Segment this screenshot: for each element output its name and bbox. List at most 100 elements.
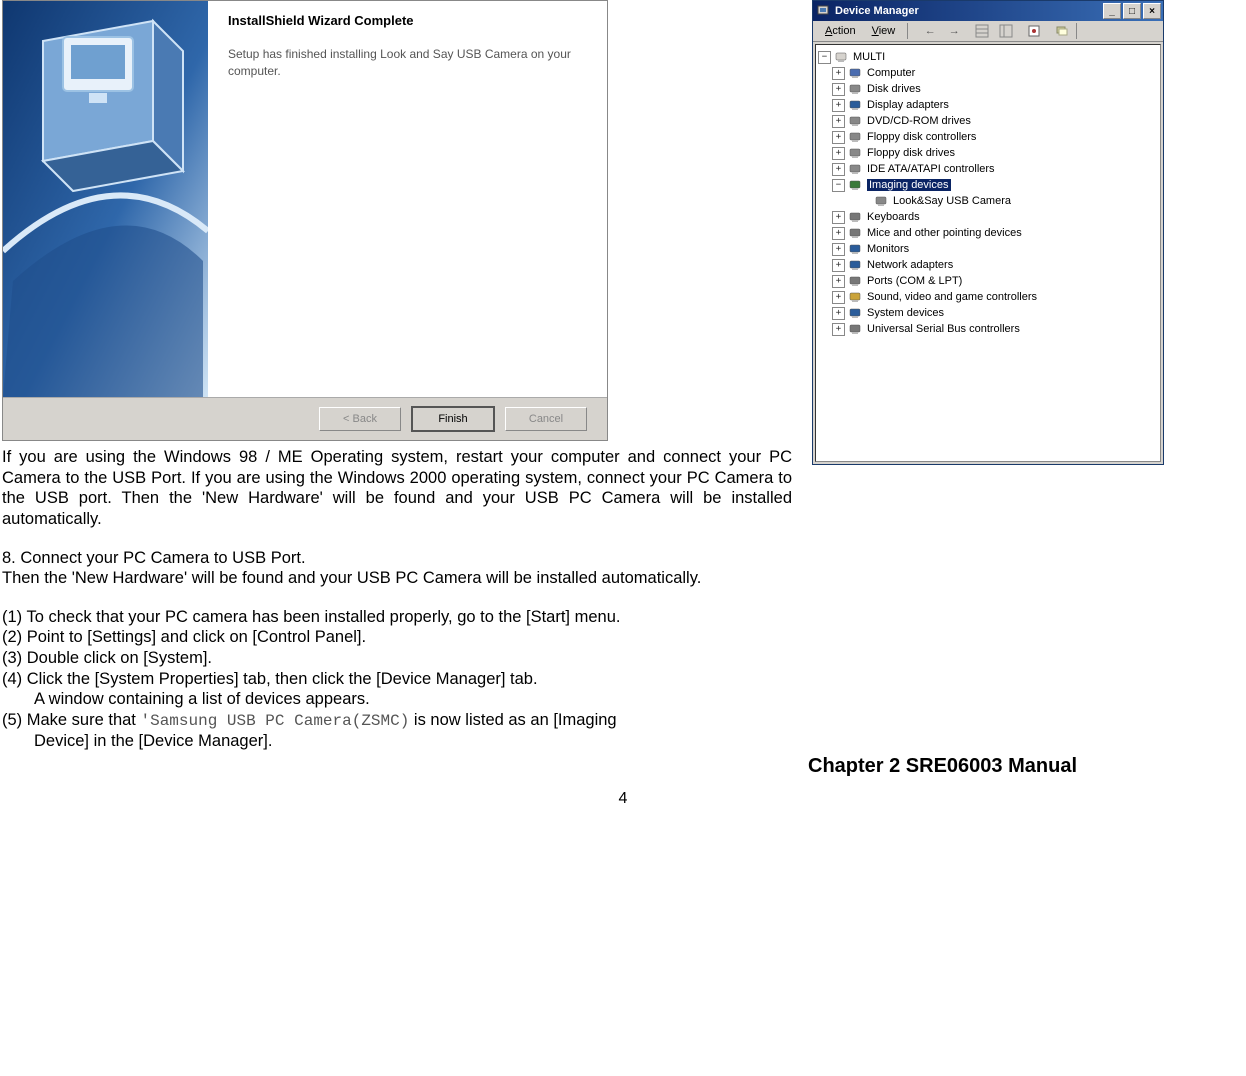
tree-toggle[interactable]: + (832, 99, 845, 112)
device-icon (848, 82, 864, 96)
tree-child-node[interactable]: Look&Say USB Camera (818, 193, 1158, 209)
device-label[interactable]: Imaging devices (867, 179, 951, 191)
close-button[interactable]: × (1143, 3, 1161, 19)
device-label[interactable]: Disk drives (867, 83, 921, 95)
back-button[interactable]: < Back (319, 407, 401, 431)
device-icon (848, 226, 864, 240)
tree-toggle[interactable]: + (832, 131, 845, 144)
substep-5: (5) Make sure that 'Samsung USB PC Camer… (2, 710, 792, 731)
menu-view[interactable]: View (864, 25, 904, 37)
device-icon (848, 322, 864, 336)
toolbar-back-icon[interactable]: ← (918, 21, 942, 41)
device-icon (848, 290, 864, 304)
device-label[interactable]: Mice and other pointing devices (867, 227, 1022, 239)
tree-toggle[interactable]: + (832, 243, 845, 256)
finish-button[interactable]: Finish (411, 406, 495, 432)
device-label[interactable]: Display adapters (867, 99, 949, 111)
device-label[interactable]: System devices (867, 307, 944, 319)
tree-root-node[interactable]: − MULTI (818, 49, 1158, 65)
substep-1: (1) To check that your PC camera has bee… (2, 607, 792, 628)
tree-node[interactable]: + Mice and other pointing devices (818, 225, 1158, 241)
tree-node[interactable]: + Network adapters (818, 257, 1158, 273)
device-tree: − MULTI + Computer + Disk drives + Display adap… (815, 44, 1161, 462)
tree-node[interactable]: + Ports (COM & LPT) (818, 273, 1158, 289)
wizard-text: Setup has finished installing Look and S… (228, 46, 587, 80)
menu-action[interactable]: Action (817, 25, 864, 37)
wizard-button-row: < Back Finish Cancel (3, 397, 607, 440)
device-icon (848, 66, 864, 80)
device-icon (848, 274, 864, 288)
device-label[interactable]: Floppy disk controllers (867, 131, 976, 143)
tree-node[interactable]: + Computer (818, 65, 1158, 81)
tree-node[interactable]: + Monitors (818, 241, 1158, 257)
device-label[interactable]: Universal Serial Bus controllers (867, 323, 1020, 335)
device-label[interactable]: Computer (867, 67, 915, 79)
document-body: If you are using the Windows 98 / ME Ope… (2, 447, 792, 752)
device-manager-icon (817, 4, 831, 18)
device-icon (848, 306, 864, 320)
device-label[interactable]: DVD/CD-ROM drives (867, 115, 971, 127)
page-number: 4 (619, 790, 628, 808)
tree-node[interactable]: + Floppy disk controllers (818, 129, 1158, 145)
device-label[interactable]: Monitors (867, 243, 909, 255)
device-icon (848, 98, 864, 112)
tree-toggle[interactable]: + (832, 67, 845, 80)
device-label[interactable]: Ports (COM & LPT) (867, 275, 962, 287)
substep-3: (3) Double click on [System]. (2, 648, 792, 669)
toolbar-list-icon[interactable] (994, 21, 1018, 41)
tree-toggle[interactable]: + (832, 275, 845, 288)
device-label[interactable]: Network adapters (867, 259, 953, 271)
device-icon (834, 50, 850, 64)
device-label[interactable]: Keyboards (867, 211, 920, 223)
device-icon (848, 146, 864, 160)
device-icon (848, 178, 864, 192)
tree-toggle[interactable]: − (818, 51, 831, 64)
tree-toggle[interactable]: + (832, 83, 845, 96)
tree-node[interactable]: + Floppy disk drives (818, 145, 1158, 161)
device-icon (848, 130, 864, 144)
tree-node[interactable]: + Sound, video and game controllers (818, 289, 1158, 305)
tree-toggle[interactable]: + (832, 147, 845, 160)
substep-5a: (5) Make sure that (2, 711, 136, 729)
device-label[interactable]: Look&Say USB Camera (893, 195, 1011, 207)
tree-node[interactable]: − Imaging devices (818, 177, 1158, 193)
tree-toggle[interactable]: + (832, 227, 845, 240)
device-label[interactable]: IDE ATA/ATAPI controllers (867, 163, 995, 175)
substep-5-mono: 'Samsung USB PC Camera(ZSMC) (140, 712, 409, 730)
tree-toggle[interactable]: + (832, 115, 845, 128)
toolbar-forward-icon[interactable]: → (942, 21, 966, 41)
device-icon (874, 194, 890, 208)
tree-node[interactable]: + Keyboards (818, 209, 1158, 225)
tree-node[interactable]: + Disk drives (818, 81, 1158, 97)
device-label[interactable]: MULTI (853, 51, 885, 63)
tree-node[interactable]: + Display adapters (818, 97, 1158, 113)
toolbar-properties-icon[interactable] (1022, 21, 1046, 41)
tree-node[interactable]: + DVD/CD-ROM drives (818, 113, 1158, 129)
tree-toggle[interactable]: + (832, 323, 845, 336)
step-8-text: Then the 'New Hardware' will be found an… (2, 568, 792, 589)
device-icon (848, 114, 864, 128)
chapter-heading: Chapter 2 SRE06003 Manual (808, 755, 1238, 778)
device-icon (848, 162, 864, 176)
device-icon (848, 242, 864, 256)
minimize-button[interactable]: _ (1103, 3, 1121, 19)
tree-toggle[interactable]: + (832, 291, 845, 304)
toolbar-refresh-icon[interactable] (1050, 21, 1074, 41)
tree-toggle[interactable]: + (832, 163, 845, 176)
device-label[interactable]: Floppy disk drives (867, 147, 955, 159)
toolbar-tree-icon[interactable] (970, 21, 994, 41)
tree-toggle[interactable]: + (832, 211, 845, 224)
tree-node[interactable]: + IDE ATA/ATAPI controllers (818, 161, 1158, 177)
cancel-button[interactable]: Cancel (505, 407, 587, 431)
tree-toggle[interactable]: + (832, 307, 845, 320)
device-label[interactable]: Sound, video and game controllers (867, 291, 1037, 303)
tree-toggle[interactable]: − (832, 179, 845, 192)
device-manager-window: Device Manager _ □ × Action View ← → (812, 0, 1164, 465)
tree-node[interactable]: + Universal Serial Bus controllers (818, 321, 1158, 337)
device-icon (848, 210, 864, 224)
tree-toggle[interactable]: + (832, 259, 845, 272)
maximize-button[interactable]: □ (1123, 3, 1141, 19)
substep-4: (4) Click the [System Properties] tab, t… (2, 669, 792, 690)
tree-node[interactable]: + System devices (818, 305, 1158, 321)
substep-5b: is now listed as an [Imaging (414, 711, 617, 729)
